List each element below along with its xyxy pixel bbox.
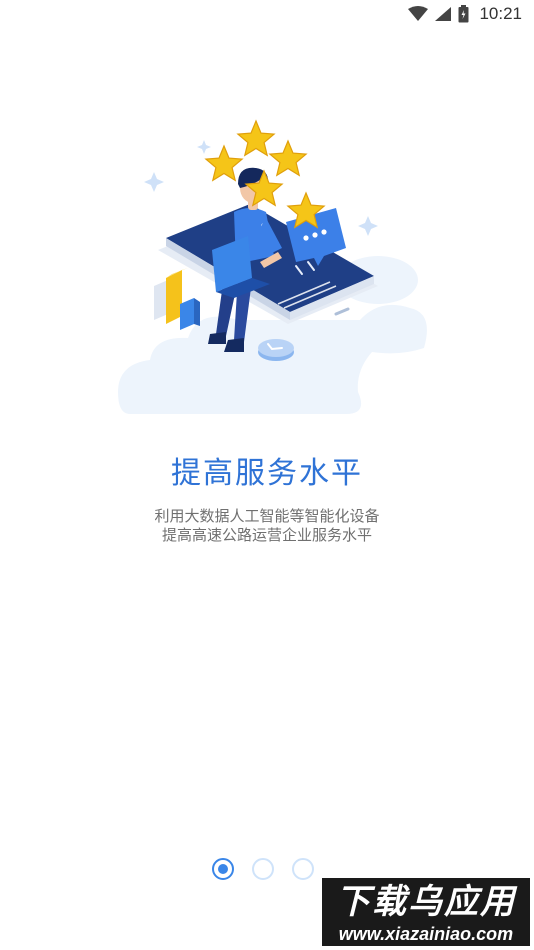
page-indicator [212,858,314,884]
watermark-logo: 下载乌应用 www.xiazainiao.com [320,876,532,948]
description-line-2: 提高高速公路运营企业服务水平 [161,527,372,544]
status-icons: 10:21 [408,3,522,25]
page-dot-1-active[interactable] [212,858,234,880]
wifi-icon [408,6,429,21]
onboarding-title: 提高服务水平 [171,457,363,490]
onboarding-illustration [118,119,427,414]
onboarding-description: 利用大数据人工智能等智能化设备 提高高速公路运营企业服务水平 [0,507,534,545]
page-dot-3[interactable] [292,858,314,880]
battery-icon [458,5,469,23]
description-line-1: 利用大数据人工智能等智能化设备 [154,508,380,525]
status-bar: 10:21 [0,0,534,28]
status-time: 10:21 [479,4,522,23]
watermark-url: www.xiazainiao.com [338,924,514,944]
cell-signal-icon [435,7,452,21]
watermark-title: 下载乌应用 [336,883,516,921]
page-dot-2[interactable] [252,858,274,880]
